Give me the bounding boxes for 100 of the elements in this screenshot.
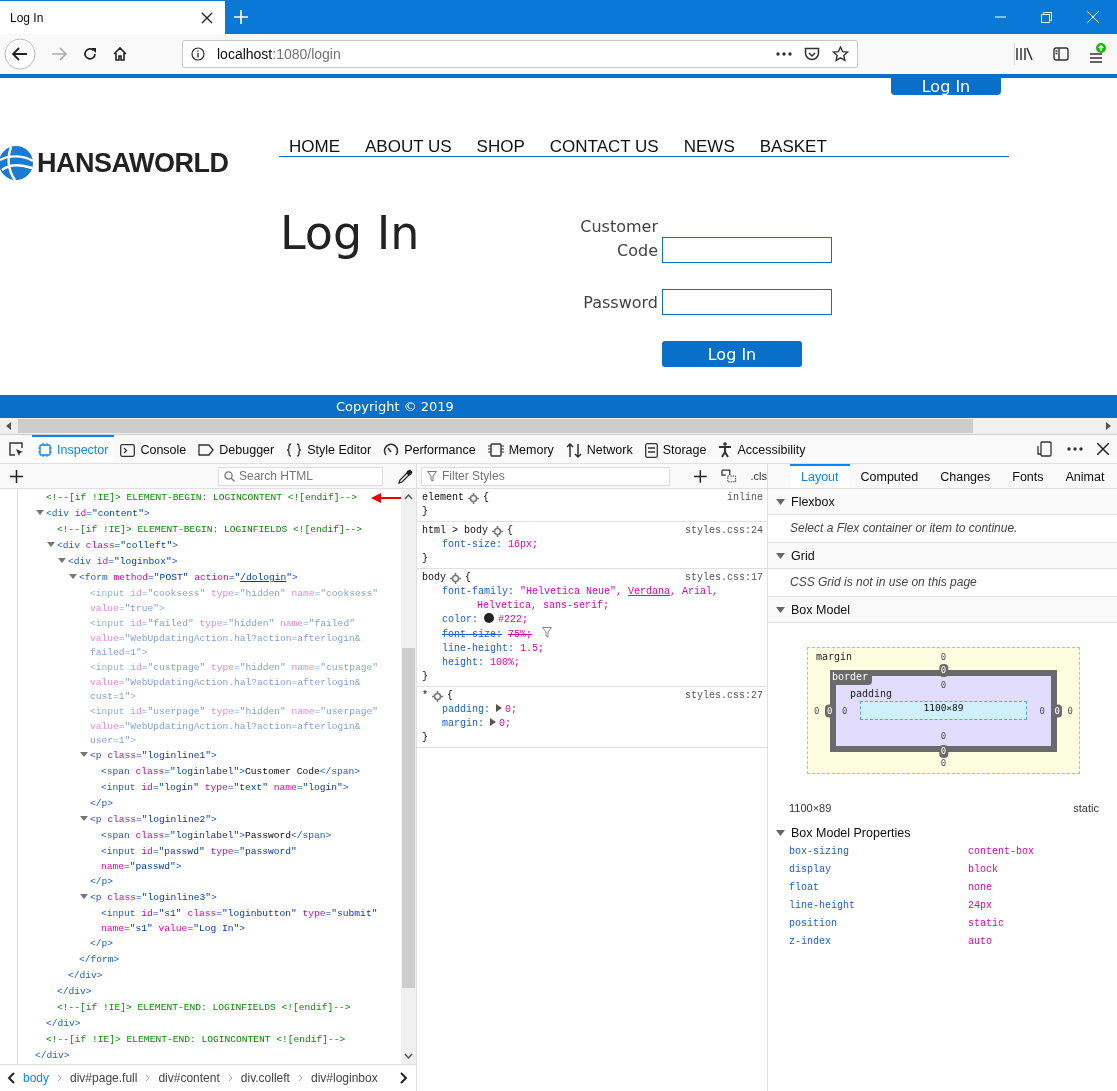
code-line[interactable]: <input id="login" type="text" name="login">: [18, 780, 401, 796]
devtools-tab[interactable]: Storage: [638, 435, 713, 463]
devtools-tab[interactable]: Network: [559, 435, 639, 463]
declaration[interactable]: font-size: 75%;: [422, 627, 763, 642]
reload-icon[interactable]: [82, 46, 98, 62]
nav-link[interactable]: ABOUT US: [365, 138, 452, 156]
new-tab-icon[interactable]: [234, 10, 248, 24]
nav-link[interactable]: BASKET: [759, 138, 827, 156]
chevron-right-icon[interactable]: [400, 1072, 408, 1084]
star-icon[interactable]: [832, 46, 849, 62]
address-bar[interactable]: localhost:1080/login: [182, 40, 858, 68]
nav-link[interactable]: SHOP: [476, 138, 525, 156]
sidebar-icon[interactable]: [1053, 47, 1069, 61]
code-line[interactable]: <p class="loginline3">: [18, 890, 401, 906]
declaration[interactable]: font-family: "Helvetica Neue", Verdana, Arial, Helvetica, sans-serif;: [422, 585, 763, 613]
declaration[interactable]: height: 100%;: [422, 656, 763, 670]
rule-source[interactable]: styles.css:24: [685, 524, 763, 538]
scroll-left-icon[interactable]: [6, 422, 12, 430]
devtools-tab[interactable]: Debugger: [192, 435, 281, 463]
info-icon[interactable]: [191, 47, 205, 61]
sidebar-tab[interactable]: Layout: [790, 464, 850, 488]
section-header[interactable]: Box Model Properties: [768, 820, 1117, 845]
home-icon[interactable]: [112, 46, 128, 62]
border-value[interactable]: 0: [938, 745, 949, 758]
sidebar-tab[interactable]: Changes: [929, 464, 1002, 488]
search-html-field[interactable]: Search HTML: [218, 466, 383, 486]
scroll-up-icon[interactable]: [404, 494, 413, 500]
twisty-icon[interactable]: [80, 750, 88, 758]
twisty-icon[interactable]: [47, 540, 55, 548]
code-line[interactable]: name="s1" value="Log In">: [18, 922, 401, 936]
code-line[interactable]: </div>: [18, 1048, 401, 1064]
padding-value[interactable]: 0: [940, 680, 947, 691]
code-line[interactable]: <span class="loginlabel">Customer Code</span>: [18, 764, 401, 780]
browser-tab[interactable]: Log In: [0, 1, 225, 34]
sidebar-tab[interactable]: Computed: [849, 464, 930, 488]
code-line[interactable]: <form method="POST" action="/dologin">: [18, 570, 401, 586]
code-line[interactable]: </div>: [18, 1016, 401, 1032]
devtools-tab[interactable]: Inspector: [32, 435, 115, 463]
log-in-button[interactable]: Log In: [662, 341, 802, 367]
more-icon[interactable]: [1067, 447, 1083, 451]
filter-styles-field[interactable]: Filter Styles: [421, 466, 671, 486]
chevron-left-icon[interactable]: [7, 1072, 15, 1084]
pocket-icon[interactable]: [804, 46, 820, 62]
declaration[interactable]: color: #222;: [422, 613, 763, 627]
element-picker-icon[interactable]: [8, 441, 24, 457]
code-line[interactable]: </form>: [18, 952, 401, 968]
nav-link[interactable]: NEWS: [683, 138, 735, 156]
declaration[interactable]: font-size: 16px;: [422, 538, 763, 552]
declaration[interactable]: line-height: 1.5;: [422, 642, 763, 656]
padding-value[interactable]: 0: [940, 731, 947, 742]
library-icon[interactable]: [1015, 46, 1033, 62]
nav-link[interactable]: HOME: [289, 138, 340, 156]
sidebar-tab[interactable]: Animat: [1054, 464, 1116, 488]
padding-value[interactable]: 0: [1039, 705, 1045, 717]
border-value[interactable]: 0: [1052, 704, 1062, 718]
add-node-icon[interactable]: [10, 469, 23, 483]
rule-source[interactable]: inline: [727, 491, 763, 505]
twisty-icon[interactable]: [776, 606, 785, 613]
cls-toggle[interactable]: .cls: [750, 470, 767, 482]
code-line[interactable]: <div id="content">: [18, 506, 401, 522]
breadcrumb[interactable]: div#content: [158, 1071, 220, 1085]
twisty-icon[interactable]: [80, 892, 88, 900]
code-line[interactable]: </p>: [18, 796, 401, 812]
add-rule-icon[interactable]: [694, 469, 707, 483]
code-line[interactable]: <!--[if !IE]> ELEMENT-BEGIN: LOGINCONTENT <![endif]-->: [18, 490, 401, 506]
log-in-button[interactable]: Log In: [891, 78, 1001, 95]
twisty-icon[interactable]: [69, 572, 77, 580]
section-header[interactable]: Grid: [768, 543, 1117, 569]
code-line[interactable]: <!--[if !IE]> ELEMENT-END: LOGINCONTENT <![endif]-->: [18, 1032, 401, 1048]
devtools-tab[interactable]: Memory: [481, 435, 560, 463]
margin-value[interactable]: 0: [940, 758, 947, 769]
devtools-tab[interactable]: Performance: [377, 435, 482, 463]
code-line[interactable]: <input id="passwd" type="password": [18, 844, 401, 860]
twisty-icon[interactable]: [58, 556, 66, 564]
code-line[interactable]: <div id="loginbox">: [18, 554, 401, 570]
code-line[interactable]: <p class="loginline2">: [18, 812, 401, 828]
content-box[interactable]: 1100×89: [860, 701, 1027, 720]
twisty-icon[interactable]: [80, 814, 88, 822]
vertical-scrollbar[interactable]: [401, 489, 416, 1064]
code-line[interactable]: name="passwd">: [18, 860, 401, 874]
code-line[interactable]: <!--[if !IE]> ELEMENT-BEGIN: LOGINFIELDS <![endif]-->: [18, 522, 401, 538]
padding-value[interactable]: 0: [842, 705, 848, 717]
menu-icon[interactable]: [1089, 43, 1107, 65]
declaration[interactable]: padding: 0;: [422, 703, 763, 717]
code-line[interactable]: <div class="colleft">: [18, 538, 401, 554]
breadcrumb[interactable]: body: [23, 1071, 50, 1085]
section-header[interactable]: Box Model: [768, 597, 1117, 623]
sidebar-tab[interactable]: Fonts: [1001, 464, 1055, 488]
filter-icon[interactable]: [542, 627, 553, 638]
responsive-icon[interactable]: [1037, 441, 1053, 457]
nav-link[interactable]: CONTACT US: [549, 138, 659, 156]
border-value[interactable]: 0: [825, 704, 835, 718]
breadcrumb[interactable]: div#page.full: [70, 1071, 138, 1085]
code-line[interactable]: </div>: [18, 968, 401, 984]
devtools-tab[interactable]: Accessibility: [712, 435, 812, 463]
twisty-icon[interactable]: [776, 829, 785, 836]
twisty-icon[interactable]: [776, 498, 785, 505]
devtools-tab[interactable]: Console: [114, 435, 193, 463]
breadcrumb[interactable]: div#loginbox: [310, 1071, 378, 1085]
code-line[interactable]: <input id="s1" class="loginbutton" type="submit": [18, 906, 401, 922]
